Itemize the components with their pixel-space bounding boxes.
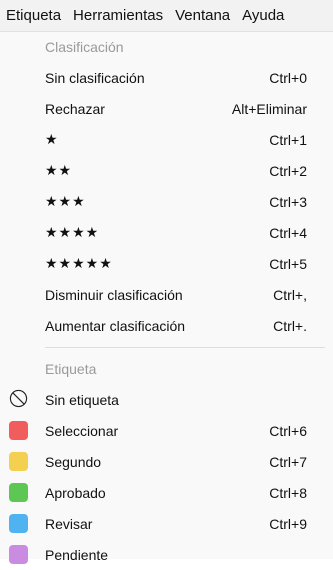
menu-item-shortcut: Ctrl+1 — [269, 131, 307, 148]
section-header-clasificacion: Clasificación — [45, 39, 124, 55]
menu-item-shortcut: Ctrl+9 — [269, 515, 307, 532]
menu-etiqueta[interactable]: Etiqueta — [0, 0, 68, 31]
menu-item-label: Segundo — [45, 453, 102, 470]
menu-item-pendiente[interactable]: Pendiente — [0, 539, 333, 570]
menu-item-2-stars[interactable]: ★★ Ctrl+2 — [0, 155, 333, 186]
star-rating-icon: ★★ — [45, 162, 73, 178]
menu-herramientas[interactable]: Herramientas — [67, 0, 169, 31]
menu-ventana[interactable]: Ventana — [169, 0, 236, 31]
menu-item-shortcut: Ctrl+7 — [269, 453, 307, 470]
menu-item-label: Sin etiqueta — [45, 391, 119, 408]
green-label-swatch-icon — [9, 483, 28, 502]
star-rating-icon: ★★★★★ — [45, 255, 113, 271]
menu-item-shortcut: Ctrl+. — [273, 317, 307, 334]
menu-separator — [45, 347, 325, 348]
star-rating-icon: ★★★ — [45, 193, 86, 209]
menu-item-label: Revisar — [45, 515, 93, 532]
menu-item-shortcut: Ctrl+8 — [269, 484, 307, 501]
menu-item-shortcut: Alt+Eliminar — [231, 100, 307, 117]
menu-item-label: Aprobado — [45, 484, 106, 501]
blue-label-swatch-icon — [9, 514, 28, 533]
star-rating-icon: ★ — [45, 131, 59, 147]
star-rating-icon: ★★★★ — [45, 224, 100, 240]
menu-item-shortcut: Ctrl+2 — [269, 162, 307, 179]
menu-item-shortcut: Ctrl+5 — [269, 255, 307, 272]
menu-item-label: Rechazar — [45, 100, 105, 117]
menu-item-shortcut: Ctrl+, — [273, 286, 307, 303]
menu-item-3-stars[interactable]: ★★★ Ctrl+3 — [0, 186, 333, 217]
menu-item-label: Pendiente — [45, 546, 109, 563]
menu-item-aumentar-clasificacion[interactable]: Aumentar clasificación Ctrl+. — [0, 310, 333, 341]
menu-item-shortcut: Ctrl+3 — [269, 193, 307, 210]
menu-item-4-stars[interactable]: ★★★★ Ctrl+4 — [0, 217, 333, 248]
menu-item-label: Aumentar clasificación — [45, 317, 186, 334]
red-label-swatch-icon — [9, 421, 28, 440]
menu-item-aprobado[interactable]: Aprobado Ctrl+8 — [0, 477, 333, 508]
purple-label-swatch-icon — [9, 545, 28, 564]
menu-item-revisar[interactable]: Revisar Ctrl+9 — [0, 508, 333, 539]
menu-item-shortcut: Ctrl+0 — [269, 69, 307, 86]
menu-item-label: Seleccionar — [45, 422, 119, 439]
menu-bar: Etiqueta Herramientas Ventana Ayuda — [0, 0, 333, 31]
menu-item-sin-clasificacion[interactable]: Sin clasificación Ctrl+0 — [0, 62, 333, 93]
menu-item-shortcut: Ctrl+4 — [269, 224, 307, 241]
menu-item-seleccionar[interactable]: Seleccionar Ctrl+6 — [0, 415, 333, 446]
yellow-label-swatch-icon — [9, 452, 28, 471]
menu-item-segundo[interactable]: Segundo Ctrl+7 — [0, 446, 333, 477]
menu-item-shortcut: Ctrl+6 — [269, 422, 307, 439]
menu-ayuda[interactable]: Ayuda — [236, 0, 290, 31]
menu-item-5-stars[interactable]: ★★★★★ Ctrl+5 — [0, 248, 333, 279]
menu-item-rechazar[interactable]: Rechazar Alt+Eliminar — [0, 93, 333, 124]
no-label-icon — [9, 389, 28, 408]
menu-item-label: Disminuir clasificación — [45, 286, 183, 303]
etiqueta-dropdown-menu: Clasificación Sin clasificación Ctrl+0 R… — [0, 31, 333, 564]
menu-item-disminuir-clasificacion[interactable]: Disminuir clasificación Ctrl+, — [0, 279, 333, 310]
section-header-etiqueta: Etiqueta — [45, 361, 97, 377]
menu-item-1-star[interactable]: ★ Ctrl+1 — [0, 124, 333, 155]
menu-item-sin-etiqueta[interactable]: Sin etiqueta — [0, 384, 333, 415]
menu-item-label: Sin clasificación — [45, 69, 145, 86]
